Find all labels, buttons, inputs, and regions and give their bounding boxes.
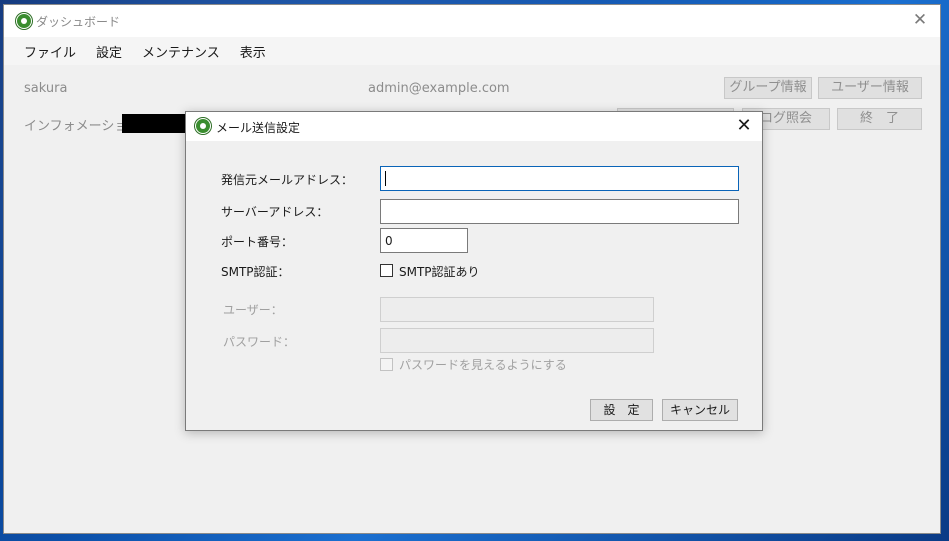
user-label: ユーザー：	[223, 303, 283, 317]
exit-button[interactable]: 終 了	[837, 108, 922, 130]
set-button[interactable]: 設 定	[590, 399, 653, 421]
mail-settings-dialog: メール送信設定 ✕ 発信元メールアドレス： サーバーアドレス： ポート番号： S…	[185, 111, 763, 431]
user-info-button[interactable]: ユーザー情報	[818, 77, 922, 99]
app-logo-icon	[16, 13, 32, 29]
dialog-title: メール送信設定	[216, 121, 301, 135]
port-input[interactable]	[380, 228, 468, 253]
server-address-input[interactable]	[380, 199, 739, 224]
password-input[interactable]	[380, 328, 654, 353]
group-info-button[interactable]: グループ情報	[724, 77, 812, 99]
menu-maintenance[interactable]: メンテナンス	[132, 42, 230, 61]
info-label: インフォメーショ	[24, 119, 128, 134]
smtp-auth-checkbox-label[interactable]: SMTP認証あり	[399, 263, 480, 280]
window-close-icon[interactable]: ✕	[910, 10, 930, 30]
dialog-close-icon[interactable]: ✕	[734, 115, 754, 136]
smtp-auth-label: SMTP認証：	[221, 265, 290, 279]
window-title: ダッシュボード	[36, 15, 121, 29]
port-label: ポート番号：	[221, 235, 294, 249]
cancel-button[interactable]: キャンセル	[662, 399, 738, 421]
sender-address-input[interactable]	[380, 166, 739, 191]
password-label: パスワード：	[223, 335, 296, 349]
show-password-checkbox[interactable]	[380, 358, 393, 371]
dialog-logo-icon	[195, 118, 211, 134]
smtp-auth-checkbox[interactable]	[380, 264, 393, 277]
server-address-label: サーバーアドレス：	[221, 205, 329, 219]
text-caret	[385, 171, 386, 186]
main-titlebar: ダッシュボード ✕	[4, 5, 940, 37]
user-input[interactable]	[380, 297, 654, 322]
dialog-titlebar: メール送信設定 ✕	[186, 112, 762, 141]
menubar: ファイル 設定 メンテナンス 表示	[4, 37, 940, 65]
menu-settings[interactable]: 設定	[86, 42, 132, 61]
menu-file[interactable]: ファイル	[14, 42, 86, 61]
user-email: admin@example.com	[368, 81, 510, 96]
redacted-block	[122, 114, 186, 133]
show-password-checkbox-label[interactable]: パスワードを見えるようにする	[399, 356, 567, 373]
sender-address-label: 発信元メールアドレス：	[221, 173, 354, 187]
menu-view[interactable]: 表示	[230, 42, 276, 61]
user-name: sakura	[24, 81, 68, 96]
